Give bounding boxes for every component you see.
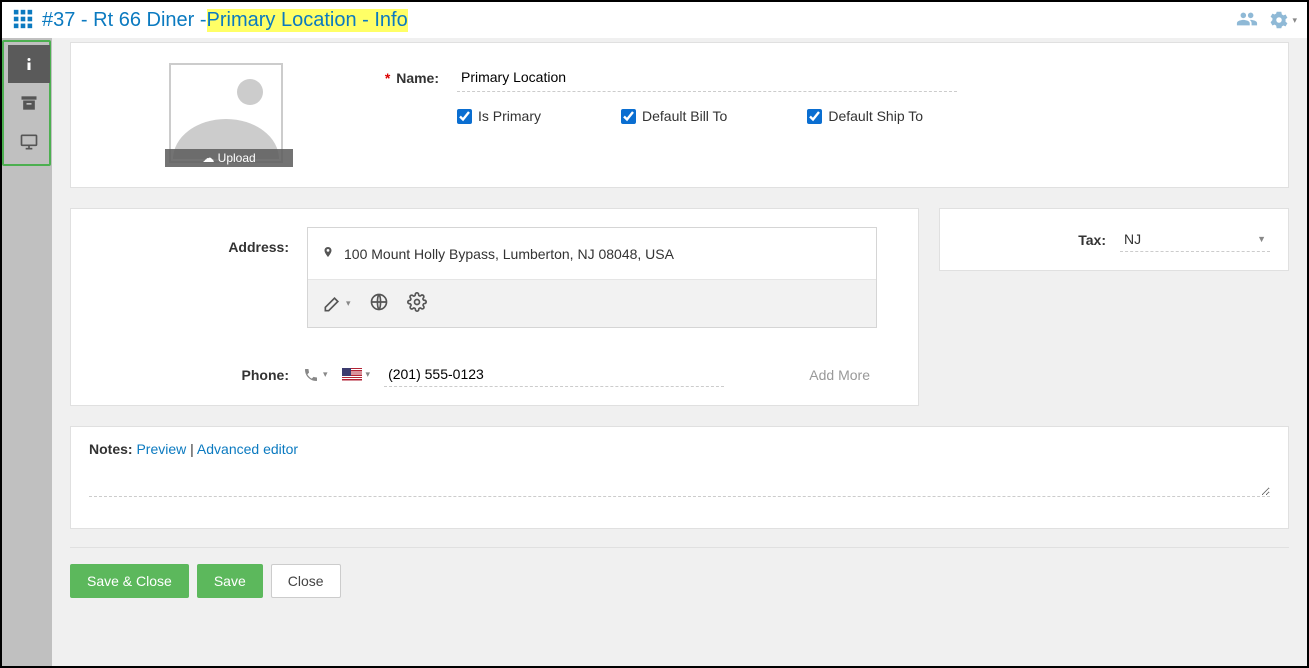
image-placeholder[interactable]	[169, 63, 283, 163]
users-icon[interactable]	[1236, 8, 1258, 33]
save-close-button[interactable]: Save & Close	[70, 564, 189, 598]
default-bill-to-checkbox[interactable]: Default Bill To	[621, 108, 727, 124]
address-text[interactable]: 100 Mount Holly Bypass, Lumberton, NJ 08…	[344, 246, 674, 262]
notes-advanced-link[interactable]: Advanced editor	[197, 441, 298, 457]
breadcrumb[interactable]: #37 - Rt 66 Diner - Primary Location - I…	[42, 9, 408, 32]
notes-label: Notes:	[89, 441, 133, 457]
phone-input[interactable]	[384, 362, 724, 387]
phone-label: Phone:	[89, 367, 289, 383]
default-ship-to-checkbox[interactable]: Default Ship To	[807, 108, 923, 124]
breadcrumb-current: Primary Location - Info	[207, 9, 408, 32]
phone-type-dropdown[interactable]: ▾	[303, 367, 328, 383]
gear-icon[interactable]: ▾	[1268, 8, 1297, 33]
button-row: Save & Close Save Close	[70, 547, 1289, 598]
notes-preview-link[interactable]: Preview	[136, 441, 186, 457]
tax-value: NJ	[1124, 231, 1141, 247]
tab-info[interactable]	[8, 45, 50, 83]
add-more-phone[interactable]: Add More	[809, 367, 870, 383]
globe-icon[interactable]	[369, 292, 389, 315]
tax-label: Tax:	[1078, 232, 1106, 248]
name-input[interactable]	[457, 63, 957, 92]
tab-display[interactable]	[8, 123, 50, 161]
is-primary-checkbox[interactable]: Is Primary	[457, 108, 541, 124]
chevron-down-icon: ▾	[1292, 15, 1297, 26]
map-pin-icon	[322, 244, 334, 263]
upload-button[interactable]: ☁ Upload	[165, 149, 293, 167]
tax-panel: Tax: NJ ▼	[939, 208, 1289, 271]
close-button[interactable]: Close	[271, 564, 341, 598]
name-label: Name:	[396, 70, 439, 86]
settings-icon[interactable]	[407, 292, 427, 315]
save-button[interactable]: Save	[197, 564, 263, 598]
us-flag-icon	[342, 368, 362, 382]
upload-label: Upload	[218, 151, 256, 165]
cloud-upload-icon: ☁	[202, 151, 214, 165]
notes-sep: |	[190, 441, 197, 457]
info-panel: ☁ Upload * Name: Is Primary	[70, 42, 1289, 188]
breadcrumb-prefix: #37 - Rt 66 Diner -	[42, 9, 207, 32]
address-label: Address:	[89, 227, 289, 328]
notes-textarea[interactable]	[89, 471, 1270, 497]
tax-select[interactable]: NJ ▼	[1120, 227, 1270, 252]
address-panel: Address: 100 Mount Holly Bypass, Lumbert…	[70, 208, 919, 406]
side-iconbar	[2, 38, 52, 666]
chevron-down-icon: ▼	[1257, 234, 1266, 244]
topbar: #37 - Rt 66 Diner - Primary Location - I…	[2, 2, 1307, 38]
apps-grid-icon[interactable]	[12, 8, 34, 33]
country-flag-dropdown[interactable]: ▾	[342, 368, 371, 382]
tab-archive[interactable]	[8, 84, 50, 122]
notes-panel: Notes: Preview | Advanced editor	[70, 426, 1289, 529]
edit-icon[interactable]: ▾	[322, 294, 351, 314]
